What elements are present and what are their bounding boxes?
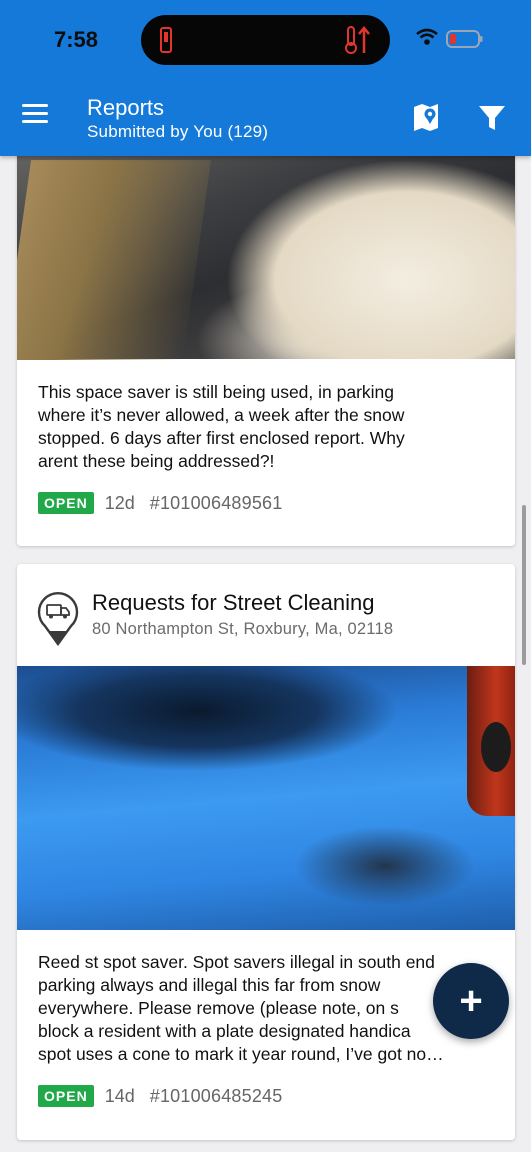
report-meta: OPEN 14d #101006485245 [38, 1085, 282, 1107]
status-badge: OPEN [38, 492, 94, 514]
add-report-button[interactable]: + [433, 963, 509, 1039]
ticket-number: #101006489561 [149, 492, 283, 513]
battery-alert-icon [160, 27, 172, 53]
filter-button[interactable] [478, 104, 506, 132]
report-age: 14d [104, 1085, 135, 1106]
report-age: 12d [104, 492, 135, 513]
app-header: 7:58 Reports Submitted by You (129) [0, 0, 531, 156]
street-cleaning-truck-pin-icon [37, 592, 79, 646]
report-photo[interactable] [17, 666, 515, 930]
report-card[interactable]: This space saver is still being used, in… [17, 130, 515, 546]
report-address: 80 Northampton St, Roxbury, Ma, 02118 [92, 620, 394, 638]
page-title: Reports [87, 95, 165, 120]
description-line: block a resident with a plate designated… [38, 1021, 411, 1041]
ticket-number: #101006485245 [149, 1085, 283, 1106]
description-line: Reed st spot saver. Spot savers illegal … [38, 952, 435, 972]
description-line: This space saver is still being used, in… [38, 382, 395, 402]
photo-detail [17, 160, 212, 360]
add-report-icon: + [459, 978, 483, 1023]
description-line: stopped. 6 days after first enclosed rep… [38, 428, 405, 448]
description-line: everywhere. Please remove (please note, … [38, 998, 399, 1018]
description-line: where it’s never allowed, a week after t… [38, 405, 405, 425]
description-line: arent these being addressed?! [38, 451, 275, 471]
scrollbar[interactable] [522, 505, 526, 665]
report-description: This space saver is still being used, in… [38, 381, 498, 473]
report-card[interactable]: Requests for Street Cleaning 80 Northamp… [17, 564, 515, 1140]
hamburger-menu-icon-bar [22, 120, 48, 123]
status-badge: OPEN [38, 1085, 94, 1107]
report-photo[interactable] [17, 130, 515, 360]
wifi-icon [416, 28, 438, 45]
map-view-button[interactable] [412, 102, 444, 132]
description-line: parking always and illegal this far from… [38, 975, 381, 995]
report-category-title: Requests for Street Cleaning [92, 590, 375, 615]
page-subtitle: Submitted by You (129) [87, 122, 269, 141]
battery-icon [446, 30, 483, 48]
dynamic-island [141, 15, 390, 65]
menu-button[interactable] [22, 104, 54, 132]
description-line: spot uses a cone to mark it year round, … [38, 1044, 444, 1064]
photo-detail [481, 722, 511, 772]
hamburger-menu-icon [22, 104, 48, 107]
photo-detail [295, 816, 475, 926]
hamburger-menu-icon-bar [22, 112, 48, 115]
status-time: 7:58 [54, 27, 99, 52]
screen: 7:58 Reports Submitted by You (129) This… [0, 0, 531, 1152]
report-meta: OPEN 12d #101006489561 [38, 492, 282, 514]
report-description: Reed st spot saver. Spot savers illegal … [38, 951, 498, 1066]
thermometer-alert-icon [345, 26, 370, 54]
